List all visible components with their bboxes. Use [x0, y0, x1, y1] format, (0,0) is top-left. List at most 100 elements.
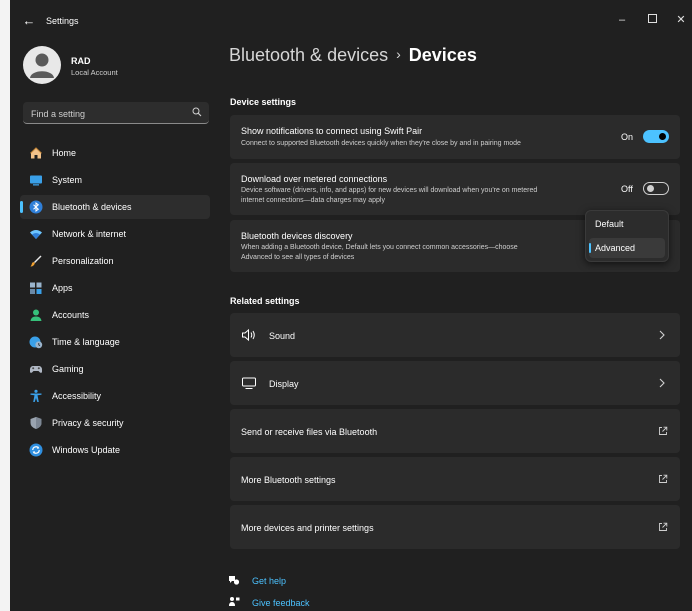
related-item-label: Display — [269, 379, 299, 389]
sidebar-nav: Home System Bluetooth & devices Network … — [20, 141, 210, 465]
user-account-type: Local Account — [71, 68, 118, 77]
toggle-knob — [659, 133, 666, 140]
related-item-send-receive-files[interactable]: Send or receive files via Bluetooth — [230, 409, 680, 453]
sidebar-item-personalization[interactable]: Personalization — [20, 249, 210, 273]
brush-icon — [30, 255, 42, 267]
sidebar-item-label: Windows Update — [52, 445, 121, 455]
feedback-icon — [229, 597, 240, 606]
metered-download-description-2: internet connections—data charges may ap… — [241, 197, 385, 204]
breadcrumb-parent[interactable]: Bluetooth & devices — [229, 45, 388, 65]
devices-discovery-title: Bluetooth devices discovery — [241, 231, 353, 241]
sidebar-item-label: Gaming — [52, 364, 84, 374]
related-item-label: Send or receive files via Bluetooth — [241, 427, 378, 437]
globe-clock-icon — [29, 336, 43, 349]
close-button[interactable]: ✕ — [667, 10, 692, 30]
desktop-edge — [0, 0, 10, 611]
metered-download-state-label: Off — [621, 184, 633, 194]
devices-discovery-description-1: When adding a Bluetooth device, Default … — [241, 244, 518, 251]
sidebar-item-label: Privacy & security — [52, 418, 124, 428]
swift-pair-card: Show notifications to connect using Swif… — [230, 115, 680, 159]
minimize-button[interactable]: – — [608, 10, 636, 30]
back-arrow-icon[interactable]: ← — [20, 12, 38, 30]
external-link-icon — [659, 474, 668, 483]
external-link-icon — [659, 522, 668, 531]
related-item-more-bluetooth-settings[interactable]: More Bluetooth settings — [230, 457, 680, 501]
help-icon — [229, 576, 240, 585]
sidebar-item-label: Network & internet — [52, 229, 127, 239]
metered-download-title: Download over metered connections — [241, 174, 388, 184]
sidebar-item-time-language[interactable]: Time & language — [20, 330, 210, 354]
maximize-icon — [647, 14, 657, 23]
dropdown-option-label: Default — [595, 219, 624, 229]
related-settings-heading: Related settings — [230, 296, 300, 306]
related-item-label: Sound — [269, 331, 296, 341]
sidebar-item-label: System — [52, 175, 83, 185]
search-box[interactable] — [23, 102, 209, 125]
person-icon — [30, 309, 42, 321]
sidebar-item-gaming[interactable]: Gaming — [20, 357, 210, 381]
settings-window: ← Settings – ✕ RAD Local Account Home — [10, 5, 692, 611]
sidebar-item-system[interactable]: System — [20, 168, 210, 192]
metered-download-description-1: Device software (drivers, info, and apps… — [241, 187, 538, 194]
dropdown-option-label: Advanced — [595, 243, 636, 253]
related-item-display[interactable]: Display — [230, 361, 680, 405]
sidebar-item-label: Home — [52, 148, 77, 158]
sidebar-item-privacy-security[interactable]: Privacy & security — [20, 411, 210, 435]
related-item-sound[interactable]: Sound — [230, 313, 680, 357]
home-icon — [30, 147, 42, 159]
active-indicator — [20, 201, 23, 213]
window-title: Settings — [46, 16, 79, 26]
sidebar-item-home[interactable]: Home — [20, 141, 210, 165]
chevron-right-icon — [659, 378, 665, 388]
discovery-dropdown-menu: Default Advanced — [585, 210, 669, 262]
metered-download-card: Download over metered connections Device… — [230, 163, 680, 215]
sidebar-item-network[interactable]: Network & internet — [20, 222, 210, 246]
get-help-text[interactable]: Get help — [252, 576, 286, 586]
bluetooth-icon — [29, 200, 43, 214]
breadcrumb: Bluetooth & devices › Devices — [229, 45, 477, 66]
dropdown-option-default[interactable]: Default — [589, 214, 665, 234]
apps-icon — [30, 282, 42, 294]
related-item-label: More Bluetooth settings — [241, 475, 336, 485]
sidebar-item-label: Accessibility — [52, 391, 102, 401]
swift-pair-title: Show notifications to connect using Swif… — [241, 126, 423, 136]
shield-icon — [30, 417, 42, 429]
speaker-icon — [242, 328, 255, 342]
avatar[interactable] — [23, 46, 61, 84]
chevron-right-icon — [659, 330, 665, 340]
update-icon — [29, 443, 43, 457]
metered-download-toggle[interactable] — [643, 182, 669, 195]
related-item-label: More devices and printer settings — [241, 523, 374, 533]
sidebar-item-accessibility[interactable]: Accessibility — [20, 384, 210, 408]
sidebar-item-windows-update[interactable]: Windows Update — [20, 438, 210, 462]
title-bar: ← Settings – ✕ — [10, 5, 692, 35]
gamepad-icon — [29, 366, 43, 373]
toggle-knob — [647, 185, 654, 192]
sidebar-item-bluetooth-devices[interactable]: Bluetooth & devices — [20, 195, 210, 219]
sidebar-item-label: Personalization — [52, 256, 114, 266]
swift-pair-description: Connect to supported Bluetooth devices q… — [241, 140, 521, 147]
user-name: RAD — [71, 56, 91, 66]
sidebar-item-label: Time & language — [52, 337, 120, 347]
monitor-icon — [242, 377, 256, 389]
give-feedback-text[interactable]: Give feedback — [252, 598, 310, 608]
accessibility-icon — [30, 389, 42, 402]
search-input[interactable] — [23, 102, 193, 125]
swift-pair-toggle[interactable] — [643, 130, 669, 143]
swift-pair-state-label: On — [621, 132, 634, 142]
maximize-button[interactable] — [638, 10, 666, 30]
page-title: Devices — [408, 45, 477, 65]
search-icon[interactable] — [192, 107, 202, 117]
selected-indicator — [589, 243, 591, 253]
dropdown-option-advanced[interactable]: Advanced — [589, 238, 665, 258]
related-item-more-devices-printers[interactable]: More devices and printer settings — [230, 505, 680, 549]
device-settings-heading: Device settings — [230, 97, 297, 107]
person-avatar-icon — [30, 53, 54, 78]
system-icon — [30, 175, 42, 186]
sidebar-item-apps[interactable]: Apps — [20, 276, 210, 300]
wifi-icon — [30, 230, 42, 239]
breadcrumb-separator: › — [396, 46, 401, 62]
devices-discovery-description-2: Advanced to see all types of devices — [241, 254, 355, 261]
sidebar-item-label: Bluetooth & devices — [52, 202, 132, 212]
sidebar-item-accounts[interactable]: Accounts — [20, 303, 210, 327]
